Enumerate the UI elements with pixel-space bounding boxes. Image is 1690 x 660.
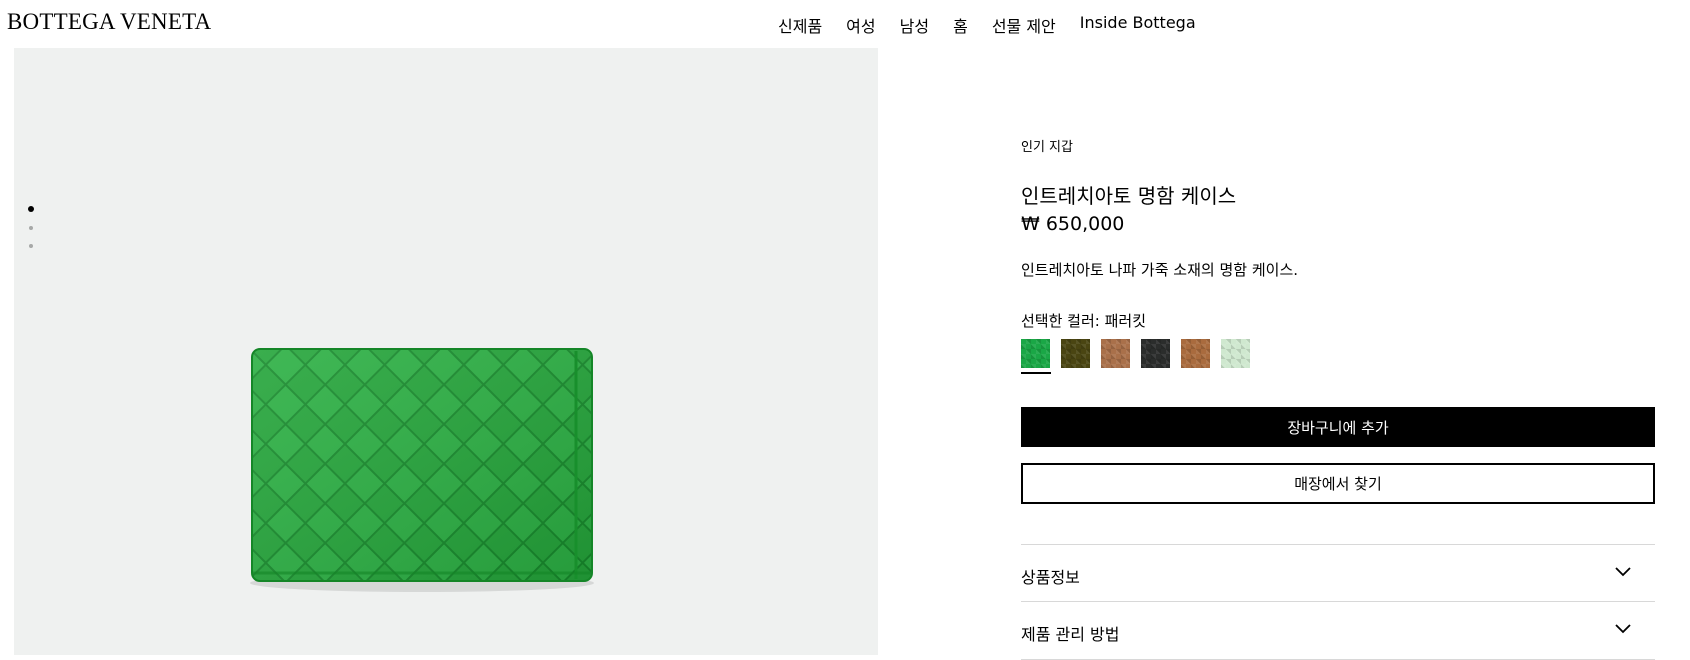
main-nav: 신제품 여성 남성 홈 선물 제안 Inside Bottega (778, 13, 1196, 37)
color-swatch-parakeet[interactable] (1021, 339, 1051, 374)
color-swatch-olive[interactable] (1061, 339, 1090, 368)
accordion-product-info[interactable]: 상품정보 (1021, 544, 1655, 602)
product-image (250, 348, 594, 592)
brand-logo[interactable]: BOTTEGA VENETA (7, 9, 211, 35)
nav-item-inside-bottega[interactable]: Inside Bottega (1080, 13, 1196, 37)
product-price: ₩ 650,000 (1021, 213, 1125, 235)
color-swatch-camel[interactable] (1101, 339, 1130, 368)
product-title: 인트레치아토 명함 케이스 (1021, 184, 1237, 208)
color-swatches (1021, 339, 1261, 374)
add-to-cart-button[interactable]: 장바구니에 추가 (1021, 407, 1655, 447)
nav-item-new[interactable]: 신제품 (778, 13, 822, 37)
color-swatch-black[interactable] (1141, 339, 1170, 368)
chevron-down-icon (1615, 624, 1631, 634)
color-swatch-mint[interactable] (1221, 339, 1250, 368)
site-header: BOTTEGA VENETA 신제품 여성 남성 홈 선물 제안 Inside … (0, 0, 1690, 48)
product-category[interactable]: 인기 지갑 (1021, 136, 1073, 155)
gallery-dot-2[interactable] (29, 226, 33, 230)
selected-color-label: 선택한 컬러: 패러킷 (1021, 312, 1146, 330)
product-description: 인트레치아토 나파 가죽 소재의 명함 케이스. (1021, 261, 1299, 279)
chevron-down-icon (1615, 567, 1631, 577)
nav-item-gifts[interactable]: 선물 제안 (992, 13, 1056, 37)
find-in-store-button[interactable]: 매장에서 찾기 (1021, 463, 1655, 504)
accordion-label: 상품정보 (1021, 568, 1080, 587)
accordion-care-instructions[interactable]: 제품 관리 방법 (1021, 601, 1655, 660)
product-gallery[interactable] (14, 48, 878, 655)
nav-item-men[interactable]: 남성 (900, 13, 929, 37)
nav-item-women[interactable]: 여성 (846, 13, 875, 37)
nav-item-home[interactable]: 홈 (953, 13, 968, 37)
gallery-pagination (28, 206, 34, 262)
accordion-label: 제품 관리 방법 (1021, 625, 1120, 644)
gallery-dot-1[interactable] (28, 206, 34, 212)
color-swatch-wood[interactable] (1181, 339, 1210, 368)
gallery-dot-3[interactable] (29, 244, 33, 248)
